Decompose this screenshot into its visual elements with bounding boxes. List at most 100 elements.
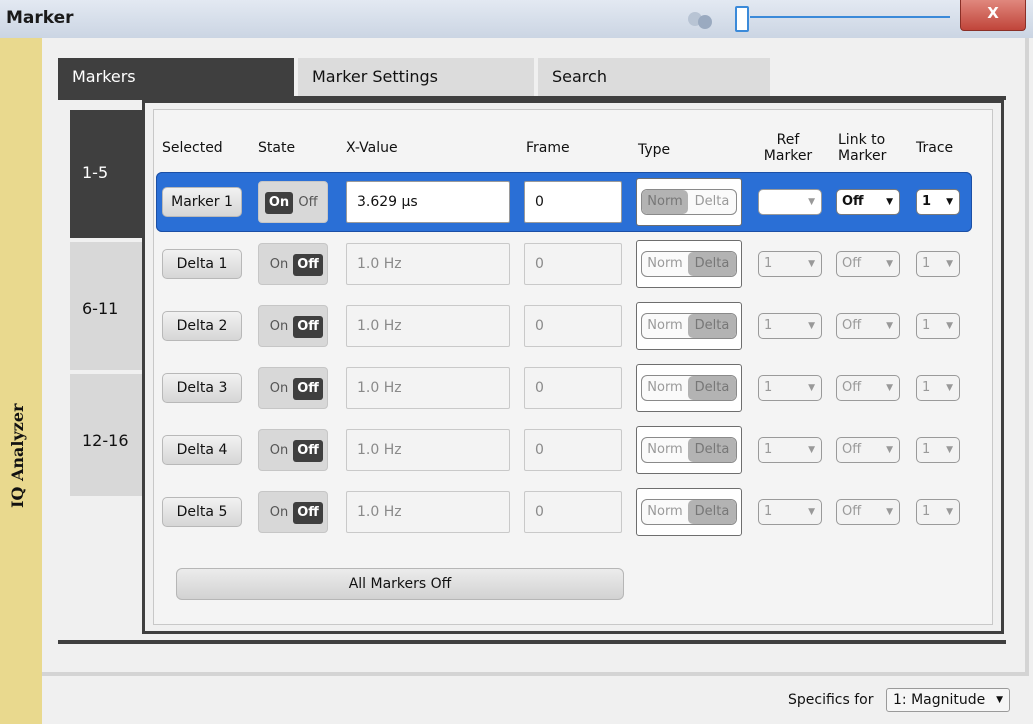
link-to-marker-dropdown[interactable]: Off ▼ — [836, 189, 900, 215]
type-toggle[interactable]: Norm Delta — [641, 313, 737, 339]
transparency-icon[interactable] — [688, 12, 714, 30]
trace-dropdown[interactable]: 1 ▼ — [916, 437, 960, 463]
x-value-input[interactable]: 1.0 Hz — [346, 429, 510, 471]
type-delta-option[interactable]: Delta — [688, 190, 736, 214]
type-selector[interactable]: Norm Delta — [636, 364, 742, 412]
chevron-down-icon: ▼ — [886, 383, 893, 393]
x-value-input[interactable]: 1.0 Hz — [346, 491, 510, 533]
ref-marker-dropdown[interactable]: 1 ▼ — [758, 251, 822, 277]
frame-input[interactable]: 0 — [524, 305, 622, 347]
trace-dropdown[interactable]: 1 ▼ — [916, 313, 960, 339]
select-marker-button[interactable]: Delta 4 — [162, 435, 242, 465]
state-off-option[interactable]: Off — [293, 254, 323, 276]
x-value-input[interactable]: 1.0 Hz — [346, 367, 510, 409]
type-selector[interactable]: Norm Delta — [636, 240, 742, 288]
state-toggle[interactable]: On Off — [258, 367, 328, 409]
side-tab-1-5[interactable]: 1-5 — [70, 110, 142, 238]
chevron-down-icon: ▼ — [808, 507, 815, 517]
state-on-option[interactable]: On — [265, 316, 293, 338]
type-norm-option[interactable]: Norm — [642, 190, 688, 214]
state-toggle[interactable]: On Off — [258, 181, 328, 223]
close-button[interactable]: X — [960, 0, 1026, 31]
type-toggle[interactable]: Norm Delta — [641, 375, 737, 401]
all-markers-off-button[interactable]: All Markers Off — [176, 568, 624, 600]
frame-input[interactable]: 0 — [524, 181, 622, 223]
ref-marker-dropdown[interactable]: 1 ▼ — [758, 313, 822, 339]
type-toggle[interactable]: Norm Delta — [641, 251, 737, 277]
frame-input[interactable]: 0 — [524, 243, 622, 285]
chevron-down-icon: ▼ — [886, 321, 893, 331]
frame-input[interactable]: 0 — [524, 367, 622, 409]
state-on-option[interactable]: On — [265, 502, 293, 524]
transparency-slider-track[interactable] — [750, 16, 950, 18]
trace-dropdown[interactable]: 1 ▼ — [916, 189, 960, 215]
state-on-option[interactable]: On — [265, 440, 293, 462]
tab-search[interactable]: Search — [538, 58, 770, 96]
ref-marker-dropdown[interactable]: ▼ — [758, 189, 822, 215]
state-toggle[interactable]: On Off — [258, 491, 328, 533]
link-to-marker-dropdown[interactable]: Off ▼ — [836, 375, 900, 401]
chevron-down-icon: ▼ — [946, 507, 953, 517]
select-marker-button[interactable]: Delta 5 — [162, 497, 242, 527]
state-off-option[interactable]: Off — [293, 502, 323, 524]
type-delta-option[interactable]: Delta — [688, 376, 736, 400]
state-toggle[interactable]: On Off — [258, 243, 328, 285]
type-toggle[interactable]: Norm Delta — [641, 437, 737, 463]
ref-marker-dropdown[interactable]: 1 ▼ — [758, 375, 822, 401]
state-toggle[interactable]: On Off — [258, 429, 328, 471]
type-norm-option[interactable]: Norm — [642, 376, 688, 400]
side-tab-12-16[interactable]: 12-16 — [70, 374, 142, 496]
select-marker-button[interactable]: Delta 1 — [162, 249, 242, 279]
chevron-down-icon: ▼ — [808, 445, 815, 455]
type-delta-option[interactable]: Delta — [688, 314, 736, 338]
chevron-down-icon: ▼ — [886, 445, 893, 455]
state-on-option[interactable]: On — [265, 254, 293, 276]
type-norm-option[interactable]: Norm — [642, 438, 688, 462]
link-to-marker-dropdown[interactable]: Off ▼ — [836, 437, 900, 463]
trace-dropdown[interactable]: 1 ▼ — [916, 375, 960, 401]
frame-input[interactable]: 0 — [524, 491, 622, 533]
type-delta-option[interactable]: Delta — [688, 500, 736, 524]
type-selector[interactable]: Norm Delta — [636, 178, 742, 226]
type-toggle[interactable]: Norm Delta — [641, 499, 737, 525]
type-selector[interactable]: Norm Delta — [636, 488, 742, 536]
type-delta-option[interactable]: Delta — [688, 438, 736, 462]
trace-value: 1 — [922, 380, 931, 395]
select-marker-button[interactable]: Delta 2 — [162, 311, 242, 341]
select-marker-button[interactable]: Marker 1 — [162, 187, 242, 217]
side-tab-6-11[interactable]: 6-11 — [70, 242, 142, 370]
link-to-marker-dropdown[interactable]: Off ▼ — [836, 251, 900, 277]
link-to-marker-dropdown[interactable]: Off ▼ — [836, 499, 900, 525]
state-on-option[interactable]: On — [265, 378, 293, 400]
tab-marker-settings[interactable]: Marker Settings — [298, 58, 534, 96]
title-bar: Marker X — [0, 0, 1033, 39]
trace-dropdown[interactable]: 1 ▼ — [916, 251, 960, 277]
type-selector[interactable]: Norm Delta — [636, 302, 742, 350]
frame-input[interactable]: 0 — [524, 429, 622, 471]
transparency-slider-handle[interactable] — [735, 6, 749, 32]
type-norm-option[interactable]: Norm — [642, 252, 688, 276]
state-toggle[interactable]: On Off — [258, 305, 328, 347]
state-off-option[interactable]: Off — [293, 378, 323, 400]
chevron-down-icon: ▼ — [946, 321, 953, 331]
sidebar: IQ Analyzer — [0, 38, 42, 724]
type-norm-option[interactable]: Norm — [642, 314, 688, 338]
x-value-input[interactable]: 1.0 Hz — [346, 305, 510, 347]
select-marker-button[interactable]: Delta 3 — [162, 373, 242, 403]
state-on-option[interactable]: On — [265, 192, 293, 214]
ref-marker-dropdown[interactable]: 1 ▼ — [758, 499, 822, 525]
type-delta-option[interactable]: Delta — [688, 252, 736, 276]
trace-dropdown[interactable]: 1 ▼ — [916, 499, 960, 525]
state-off-option[interactable]: Off — [293, 440, 323, 462]
x-value-input[interactable]: 1.0 Hz — [346, 243, 510, 285]
tab-markers[interactable]: Markers — [58, 58, 294, 96]
specifics-dropdown[interactable]: 1: Magnitude ▼ — [886, 688, 1010, 712]
state-off-option[interactable]: Off — [293, 192, 323, 214]
type-selector[interactable]: Norm Delta — [636, 426, 742, 474]
link-to-marker-dropdown[interactable]: Off ▼ — [836, 313, 900, 339]
type-norm-option[interactable]: Norm — [642, 500, 688, 524]
ref-marker-dropdown[interactable]: 1 ▼ — [758, 437, 822, 463]
x-value-input[interactable]: 3.629 µs — [346, 181, 510, 223]
type-toggle[interactable]: Norm Delta — [641, 189, 737, 215]
state-off-option[interactable]: Off — [293, 316, 323, 338]
